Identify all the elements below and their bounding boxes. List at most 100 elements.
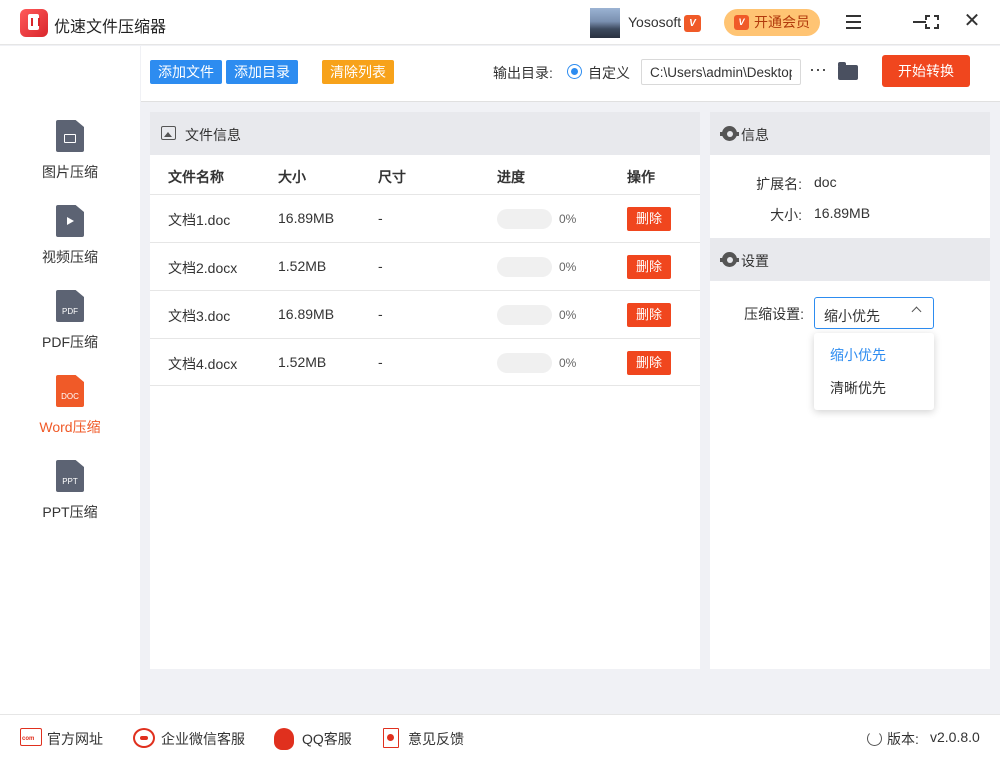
delete-button[interactable]: 删除 bbox=[627, 255, 671, 279]
app-logo-icon bbox=[20, 9, 48, 37]
compress-setting-dropdown: 缩小优先 清晰优先 bbox=[814, 333, 934, 410]
website-icon[interactable]: com bbox=[20, 728, 42, 746]
size-value: 16.89MB bbox=[814, 205, 871, 221]
col-header-action: 操作 bbox=[627, 169, 655, 185]
sidebar-item-label: Word压缩 bbox=[39, 419, 101, 435]
file-name: 文档3.doc bbox=[168, 308, 231, 324]
chevron-up-icon bbox=[911, 306, 922, 317]
file-name: 文档4.docx bbox=[168, 356, 238, 372]
menu-icon[interactable] bbox=[841, 10, 865, 34]
table-row[interactable]: 文档3.doc 16.89MB - 0% 删除 bbox=[150, 290, 700, 338]
toolbar: 添加文件 添加目录 清除列表 输出目录: 自定义 ··· 开始转换 bbox=[141, 46, 1000, 102]
open-vip-button[interactable]: V 开通会员 bbox=[724, 9, 820, 36]
wechat-icon[interactable] bbox=[133, 728, 155, 748]
sidebar-item-video[interactable]: 视频压缩 bbox=[0, 205, 140, 285]
folder-icon[interactable] bbox=[838, 62, 858, 80]
col-header-dimension: 尺寸 bbox=[378, 169, 406, 185]
feedback-link[interactable]: 意见反馈 bbox=[408, 729, 464, 749]
table-row[interactable]: 文档1.doc 16.89MB - 0% 删除 bbox=[150, 194, 700, 242]
file-name: 文档2.docx bbox=[168, 260, 238, 276]
add-file-button[interactable]: 添加文件 bbox=[150, 60, 222, 84]
progress-bar bbox=[497, 209, 552, 229]
sidebar-item-word[interactable]: DOC Word压缩 bbox=[0, 375, 140, 455]
sidebar-item-image[interactable]: 图片压缩 bbox=[0, 120, 140, 200]
sidebar-item-pdf[interactable]: PDF PDF压缩 bbox=[0, 290, 140, 370]
username[interactable]: Yososoft bbox=[628, 14, 681, 30]
file-size: 16.89MB bbox=[278, 210, 335, 226]
delete-button[interactable]: 删除 bbox=[627, 351, 671, 375]
image-icon bbox=[161, 126, 176, 140]
table-row[interactable]: 文档4.docx 1.52MB - 0% 删除 bbox=[150, 338, 700, 386]
progress-text: 0% bbox=[559, 212, 577, 226]
file-dimension: - bbox=[378, 258, 383, 274]
dropdown-option[interactable]: 清晰优先 bbox=[814, 372, 934, 405]
file-panel-title: 文件信息 bbox=[185, 127, 241, 143]
info-panel-header: 信息 bbox=[710, 112, 990, 155]
app-title: 优速文件压缩器 bbox=[54, 19, 167, 36]
output-path-input[interactable] bbox=[641, 59, 801, 85]
title-bar: 优速文件压缩器 Yososoft V V 开通会员 ✕ bbox=[0, 0, 1000, 45]
delete-button[interactable]: 删除 bbox=[627, 207, 671, 231]
clear-list-button[interactable]: 清除列表 bbox=[322, 60, 394, 84]
file-size: 1.52MB bbox=[278, 258, 327, 274]
dropdown-option[interactable]: 缩小优先 bbox=[814, 339, 934, 372]
settings-panel-title: 设置 bbox=[741, 253, 769, 269]
gear-icon bbox=[720, 252, 739, 267]
info-panel-title: 信息 bbox=[741, 127, 769, 143]
extension-label: 扩展名: bbox=[756, 176, 802, 192]
pdf-file-icon: PDF bbox=[56, 290, 84, 322]
user-avatar[interactable] bbox=[590, 8, 620, 38]
refresh-icon[interactable] bbox=[867, 731, 882, 746]
wechat-service-link[interactable]: 企业微信客服 bbox=[161, 729, 245, 749]
progress-bar bbox=[497, 353, 552, 373]
footer: com 官方网址 企业微信客服 QQ客服 意见反馈 版本: v2.0.8.0 bbox=[0, 714, 1000, 760]
extension-value: doc bbox=[814, 174, 837, 190]
feedback-icon[interactable] bbox=[383, 728, 399, 748]
col-header-progress: 进度 bbox=[497, 169, 525, 185]
col-header-name: 文件名称 bbox=[168, 169, 224, 185]
file-dimension: - bbox=[378, 306, 383, 322]
file-name: 文档1.doc bbox=[168, 212, 231, 228]
qq-icon[interactable] bbox=[274, 728, 294, 750]
sidebar-item-label: PDF压缩 bbox=[42, 334, 98, 350]
image-file-icon bbox=[56, 120, 84, 152]
progress-bar bbox=[497, 305, 552, 325]
custom-radio-label[interactable]: 自定义 bbox=[588, 63, 630, 83]
start-convert-button[interactable]: 开始转换 bbox=[882, 55, 970, 87]
maximize-icon[interactable] bbox=[920, 10, 944, 34]
qq-service-link[interactable]: QQ客服 bbox=[302, 729, 352, 749]
progress-text: 0% bbox=[559, 356, 577, 370]
table-row[interactable]: 文档2.docx 1.52MB - 0% 删除 bbox=[150, 242, 700, 290]
more-icon[interactable]: ··· bbox=[808, 60, 828, 82]
sidebar-item-label: 视频压缩 bbox=[42, 249, 98, 265]
sidebar: 图片压缩 视频压缩 PDF PDF压缩 DOC Word压缩 PPT PPT压缩 bbox=[0, 46, 140, 714]
gear-icon bbox=[720, 126, 739, 141]
sidebar-item-ppt[interactable]: PPT PPT压缩 bbox=[0, 460, 140, 540]
settings-panel-header: 设置 bbox=[710, 238, 990, 281]
custom-radio[interactable] bbox=[567, 64, 582, 79]
right-panel: 信息 扩展名: doc 大小: 16.89MB 设置 压缩设置: 缩小优先 缩小… bbox=[710, 112, 990, 669]
delete-button[interactable]: 删除 bbox=[627, 303, 671, 327]
close-icon[interactable]: ✕ bbox=[960, 10, 984, 34]
output-dir-label: 输出目录: bbox=[493, 65, 553, 81]
website-link[interactable]: 官方网址 bbox=[47, 729, 103, 749]
version-value: v2.0.8.0 bbox=[930, 729, 980, 745]
compress-setting-select[interactable]: 缩小优先 bbox=[814, 297, 934, 329]
vip-icon: V bbox=[734, 15, 749, 30]
compress-setting-value: 缩小优先 bbox=[824, 308, 880, 324]
sidebar-item-label: PPT压缩 bbox=[42, 504, 98, 520]
file-size: 16.89MB bbox=[278, 306, 335, 322]
file-dimension: - bbox=[378, 210, 383, 226]
progress-bar bbox=[497, 257, 552, 277]
video-file-icon bbox=[56, 205, 84, 237]
file-dimension: - bbox=[378, 354, 383, 370]
sidebar-item-label: 图片压缩 bbox=[42, 164, 98, 180]
size-label: 大小: bbox=[770, 207, 802, 223]
col-header-size: 大小 bbox=[278, 169, 306, 185]
progress-text: 0% bbox=[559, 308, 577, 322]
add-directory-button[interactable]: 添加目录 bbox=[226, 60, 298, 84]
file-panel-header: 文件信息 bbox=[150, 112, 700, 155]
open-vip-label: 开通会员 bbox=[754, 14, 810, 30]
doc-file-icon: DOC bbox=[56, 375, 84, 407]
file-info-panel: 文件信息 文件名称 大小 尺寸 进度 操作 文档1.doc 16.89MB - … bbox=[150, 112, 700, 669]
